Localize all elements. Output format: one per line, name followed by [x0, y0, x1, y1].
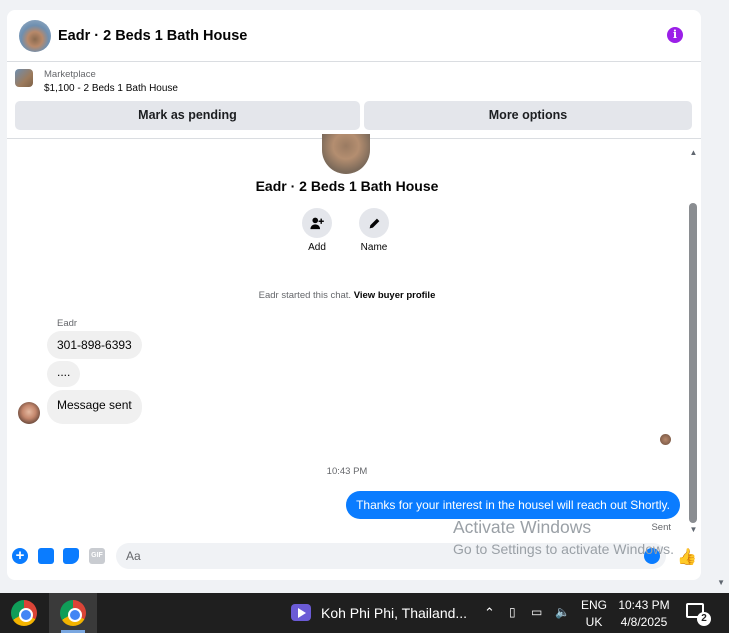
scroll-up-icon[interactable]: ▲ [689, 148, 698, 157]
listing-avatar[interactable] [19, 19, 51, 52]
clock-date: 4/8/2025 [620, 615, 668, 629]
media-player-icon[interactable] [291, 604, 311, 621]
message-input[interactable]: Aa [116, 543, 666, 569]
keyboard-layout: UK [585, 615, 603, 629]
view-buyer-profile-link[interactable]: View buyer profile [354, 290, 436, 301]
chrome-icon[interactable] [11, 600, 37, 626]
add-action[interactable]: Add [287, 208, 347, 253]
emoji-icon[interactable] [644, 548, 660, 564]
outgoing-message[interactable]: Thanks for your interest in the housel w… [346, 491, 680, 519]
network-icon[interactable]: ▭ [531, 605, 542, 619]
chrome-profile-taskbar-item[interactable] [49, 593, 97, 633]
message-timestamp: 10:43 PM [326, 466, 368, 477]
more-options-button[interactable]: More options [364, 101, 692, 130]
thumbs-up-icon[interactable]: 👍 [677, 547, 697, 567]
language-indicator[interactable]: ENG UK [581, 597, 607, 631]
sender-name: Eadr [57, 318, 78, 329]
incoming-message[interactable]: .... [47, 361, 81, 387]
gif-icon[interactable]: GIF [89, 548, 105, 564]
chat-title: Eadr · 2 Beds 1 Bath House [255, 178, 439, 194]
chrome-icon[interactable] [60, 600, 86, 626]
sticker-icon[interactable] [63, 548, 79, 564]
chat-started-notice: Eadr started this chat. View buyer profi… [7, 290, 687, 301]
photo-icon[interactable] [38, 548, 54, 564]
clock-time: 10:43 PM [618, 598, 670, 612]
system-clock[interactable]: 10:43 PM 4/8/2025 [617, 597, 671, 631]
chat-profile-avatar [322, 134, 370, 174]
chat-thread: Eadr · 2 Beds 1 Bath House Add Name Eadr… [7, 134, 701, 538]
name-label: Name [360, 242, 388, 253]
conversation-header: Eadr · 2 Beds 1 Bath House i [7, 10, 701, 62]
sender-avatar[interactable] [18, 402, 40, 424]
marketplace-banner: Marketplace $1,100 - 2 Beds 1 Bath House… [7, 63, 701, 139]
name-action[interactable]: Name [344, 208, 404, 253]
pencil-icon[interactable] [359, 208, 389, 238]
scroll-down-icon[interactable]: ▼ [689, 525, 698, 534]
mark-as-pending-button[interactable]: Mark as pending [15, 101, 360, 130]
media-title[interactable]: Koh Phi Phi, Thailand... [321, 605, 467, 621]
add-person-icon[interactable] [302, 208, 332, 238]
volume-icon[interactable]: 🔈 [555, 605, 570, 619]
conversation-title[interactable]: Eadr · 2 Beds 1 Bath House [58, 28, 247, 44]
chevron-up-icon[interactable]: ⌃ [484, 605, 495, 621]
listing-title[interactable]: $1,100 - 2 Beds 1 Bath House [44, 83, 178, 94]
message-composer: + GIF Aa 👍 [7, 540, 701, 574]
scrollbar-thumb[interactable] [689, 203, 697, 523]
device-icon[interactable]: ▯ [509, 605, 516, 619]
windows-taskbar: Koh Phi Phi, Thailand... ⌃ ▯ ▭ 🔈 ENG UK … [0, 593, 729, 633]
seen-indicator-avatar [660, 434, 671, 445]
incoming-message[interactable]: Message sent [47, 390, 142, 424]
listing-thumbnail[interactable] [15, 69, 33, 87]
notification-count-badge: 2 [697, 612, 711, 626]
marketplace-label: Marketplace [44, 69, 96, 80]
started-text: Eadr started this chat. [258, 290, 352, 301]
chat-scrollbar[interactable]: ▲ ▼ [689, 148, 698, 534]
sent-status: Sent [651, 522, 671, 533]
page-scroll-down-icon[interactable]: ▼ [717, 578, 725, 587]
info-icon[interactable]: i [667, 27, 683, 43]
incoming-message[interactable]: 301-898-6393 [47, 331, 142, 359]
language-code: ENG [581, 598, 608, 612]
add-label: Add [308, 242, 326, 253]
plus-icon[interactable]: + [12, 548, 28, 564]
messenger-window: Eadr · 2 Beds 1 Bath House i Marketplace… [7, 10, 701, 580]
